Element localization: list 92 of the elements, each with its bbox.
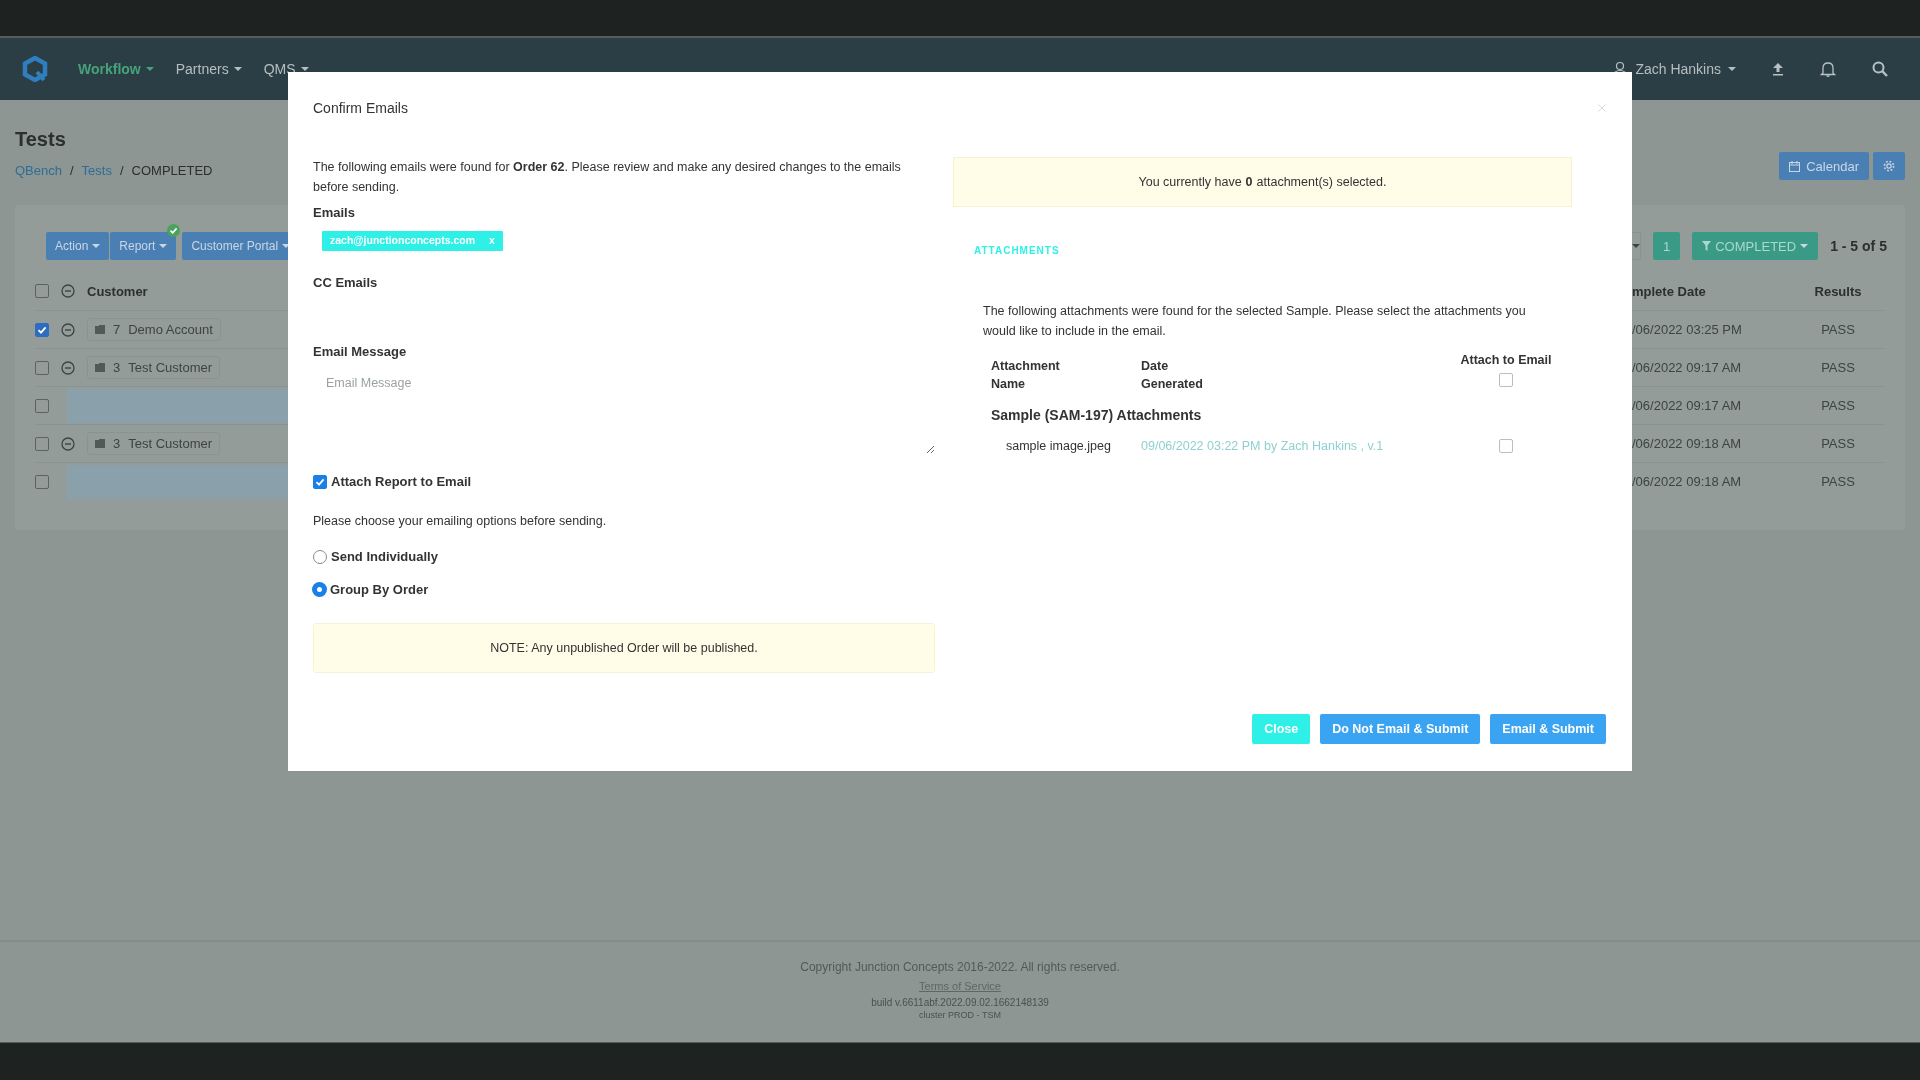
instruction-text: The following emails were found for Order 62. Please review and make any desired changes to the emails before sending.	[313, 159, 902, 196]
check-icon	[37, 324, 47, 335]
checkbox-label: Attach Report to Email	[331, 474, 472, 489]
column-header: Results	[1813, 283, 1863, 299]
bell-icon[interactable]	[1820, 61, 1836, 77]
info-banner: You currently have 0 attachment(s) selected.	[953, 157, 1572, 207]
email-tag[interactable]: zach@junctionconcepts.com x	[322, 231, 503, 251]
checkbox[interactable]	[35, 398, 49, 413]
check-badge-icon	[167, 224, 181, 237]
page-button[interactable]: 1	[1653, 232, 1681, 260]
remove-tag-button[interactable]: x	[489, 234, 495, 248]
settings-button[interactable]	[1873, 152, 1905, 180]
folder-icon	[95, 325, 105, 334]
column-header: Attach to Email	[1460, 352, 1552, 369]
customer-tag[interactable]: 3 Test Customer	[87, 432, 221, 455]
check-icon	[315, 476, 325, 487]
table-cell-text: /06/2022 09:18 AM	[1632, 436, 1743, 451]
checkbox[interactable]	[1499, 439, 1513, 453]
checkbox[interactable]	[35, 284, 49, 298]
field-label: Emails	[313, 205, 356, 220]
table-cell-text: /06/2022 09:18 AM	[1632, 474, 1743, 489]
table-cell-text: /06/2022 09:17 AM	[1632, 398, 1743, 413]
checkbox[interactable]	[35, 360, 49, 375]
radio-button[interactable]	[313, 583, 326, 596]
collapse-icon[interactable]	[61, 436, 75, 451]
page-title: Tests	[15, 127, 67, 151]
folder-icon	[95, 439, 105, 448]
submit-button[interactable]: Do Not Email & Submit	[1320, 714, 1481, 744]
attachments-tab[interactable]: ATTACHMENTS	[974, 245, 1060, 256]
submit-button[interactable]: Email & Submit	[1490, 714, 1606, 744]
table-cell-text: PASS	[1820, 436, 1856, 451]
breadcrumb-separator: /	[119, 163, 124, 178]
caret-icon	[1728, 67, 1736, 71]
checkbox[interactable]	[35, 322, 49, 337]
radio-label: Group By Order	[330, 582, 429, 597]
note-banner: NOTE: Any unpublished Order will be published.	[313, 623, 935, 673]
checkbox[interactable]	[1499, 373, 1513, 387]
calendar-button[interactable]: Calendar	[1779, 152, 1869, 180]
caret-icon	[92, 244, 101, 248]
caret-icon	[159, 244, 168, 248]
group-heading: Sample (SAM-197) Attachments	[991, 407, 1203, 423]
caret-icon	[145, 67, 154, 71]
dialog-title: Confirm Emails	[313, 100, 408, 116]
breadcrumb-link[interactable]: QBench	[15, 163, 62, 178]
instruction-text: Please choose your emailing options before sending.	[313, 513, 608, 530]
customer-tag[interactable]: 3 Test Customer	[87, 356, 221, 379]
page-range: 1 - 5 of 5	[1830, 238, 1887, 254]
filter-button[interactable]: COMPLETED	[1692, 232, 1819, 260]
collapse-icon[interactable]	[61, 360, 75, 375]
caret-icon	[1800, 244, 1809, 248]
field-label: CC Emails	[313, 275, 379, 290]
toolbar-dropdown-button[interactable]: Action	[46, 232, 110, 260]
nav-menu-item[interactable]: Partners	[175, 61, 242, 77]
nav-menu-item[interactable]: Workflow	[78, 61, 154, 77]
close-button[interactable]: Close	[1252, 714, 1311, 744]
toolbar-dropdown-button[interactable]: Report	[110, 232, 177, 260]
caret-icon	[233, 67, 242, 71]
column-header: Customer	[87, 283, 148, 299]
column-header: Date Generated	[1141, 358, 1204, 393]
copyright-text: Copyright Junction Concepts 2016-2022. All rights reserved.	[800, 960, 1120, 974]
calendar-icon	[1789, 160, 1801, 172]
logo-icon	[22, 56, 48, 82]
checkbox[interactable]	[313, 474, 327, 489]
customer-tag[interactable]: 7 Demo Account	[87, 318, 221, 341]
field-label: Email Message	[313, 344, 408, 359]
filter-icon	[1702, 241, 1712, 251]
file-name: sample image.jpeg	[1005, 439, 1112, 453]
build-text: build v.6611abf.2022.09.02.1662148139	[871, 997, 1049, 1008]
table-cell-text: PASS	[1820, 474, 1856, 489]
folder-icon	[95, 363, 105, 372]
table-cell-text: PASS	[1820, 398, 1856, 413]
column-header: Attachment Name	[991, 358, 1061, 393]
upload-icon[interactable]	[1772, 62, 1784, 76]
breadcrumb-current: COMPLETED	[131, 163, 213, 178]
instruction-text: The following attachments were found for the selected Sample. Please select the attachments you would like to include in the email.	[983, 303, 1527, 340]
column-header: mplete Date	[1632, 283, 1707, 299]
collapse-icon[interactable]	[61, 322, 75, 337]
checkbox[interactable]	[35, 436, 49, 451]
breadcrumb-link[interactable]: Tests	[81, 163, 112, 178]
table-cell-text: PASS	[1820, 360, 1856, 375]
file-date: 09/06/2022 03:22 PM by Zach Hankins , v.1	[1141, 439, 1385, 453]
table-cell-text: /06/2022 09:17 AM	[1632, 360, 1743, 375]
cluster-text: cluster PROD - TSM	[919, 1010, 1001, 1020]
table-cell-text: PASS	[1820, 322, 1856, 337]
table-cell-text: /06/2022 03:25 PM	[1632, 322, 1743, 337]
checkbox[interactable]	[35, 474, 49, 489]
breadcrumb-separator: /	[70, 163, 74, 178]
collapse-icon[interactable]	[61, 284, 75, 298]
radio-label: Send Individually	[331, 549, 438, 564]
settings-icon	[1883, 160, 1895, 172]
search-icon[interactable]	[1872, 61, 1888, 77]
email-field[interactable]: zach@junctionconcepts.com x	[313, 231, 935, 251]
